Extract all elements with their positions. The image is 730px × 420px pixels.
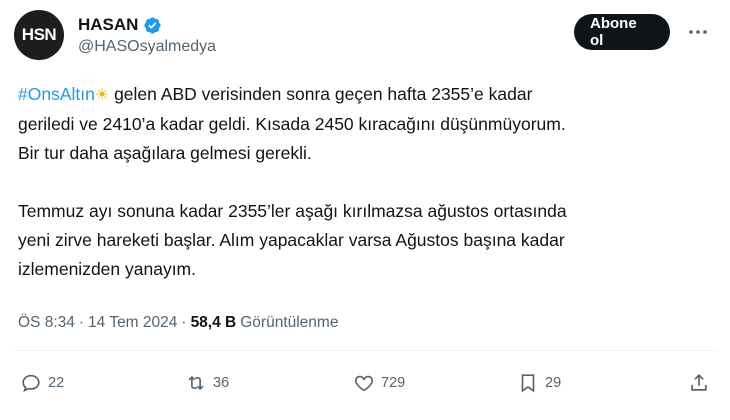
action-bar: 22 36 729 29 (20, 372, 710, 400)
tweet-line-2: geriledi ve 2410’a kadar geldi. Kısada 2… (18, 114, 566, 134)
follow-button[interactable]: Abone ol (574, 14, 670, 50)
more-icon[interactable] (686, 20, 710, 44)
repost-icon (188, 375, 204, 391)
share-icon (691, 374, 707, 391)
reply-button[interactable]: 22 (20, 372, 64, 394)
tweet-line-1: gelen ABD verisinden sonra geçen hafta 2… (109, 84, 533, 104)
reply-icon (22, 374, 40, 393)
heart-icon (354, 375, 374, 392)
hashtag-link[interactable]: #OnsAltın (18, 84, 95, 104)
like-count: 729 (381, 375, 406, 391)
meta-separator: · (78, 314, 85, 331)
bookmark-count: 29 (545, 375, 562, 391)
tweet-header: HSN HASAN @HASOsyalmedya Abone ol (14, 10, 716, 60)
name-row: HASAN (78, 15, 162, 35)
tweet-line-4: Temmuz ayı sonuna kadar 2355’ler aşağı k… (18, 201, 567, 221)
divider (14, 350, 716, 351)
tweet-line-6: izlemenizden yanayım. (18, 259, 196, 279)
tweet-line-5: yeni zirve hareketi başlar. Alım yapacak… (18, 230, 565, 250)
user-handle[interactable]: @HASOsyalmedya (78, 38, 216, 56)
avatar[interactable]: HSN (14, 10, 64, 60)
verified-badge-icon (144, 16, 162, 34)
avatar-text: HSN (21, 25, 57, 44)
views-count[interactable]: 58,4 B (191, 314, 237, 332)
tweet-date[interactable]: 14 Tem 2024 (88, 314, 177, 332)
repost-count: 36 (213, 375, 230, 391)
reply-count: 22 (48, 375, 65, 391)
repost-button[interactable]: 36 (185, 372, 229, 394)
tweet-meta: ÖS 8:34 · 14 Tem 2024 · 58,4 B Görüntüle… (18, 314, 338, 332)
share-button[interactable] (688, 372, 710, 394)
bookmark-icon (521, 374, 535, 393)
tweet-line-3: Bir tur daha aşağılara gelmesi gerekli. (18, 143, 312, 163)
tweet-text: #OnsAltın☀ gelen ABD verisinden sonra ge… (18, 80, 708, 284)
bookmark-button[interactable]: 29 (517, 372, 561, 394)
sun-emoji: ☀ (94, 87, 110, 104)
like-button[interactable]: 729 (353, 372, 405, 394)
display-name[interactable]: HASAN (78, 15, 138, 35)
meta-separator: · (181, 314, 187, 331)
views-label: Görüntülenme (240, 314, 339, 331)
tweet-time[interactable]: ÖS 8:34 (18, 314, 75, 332)
